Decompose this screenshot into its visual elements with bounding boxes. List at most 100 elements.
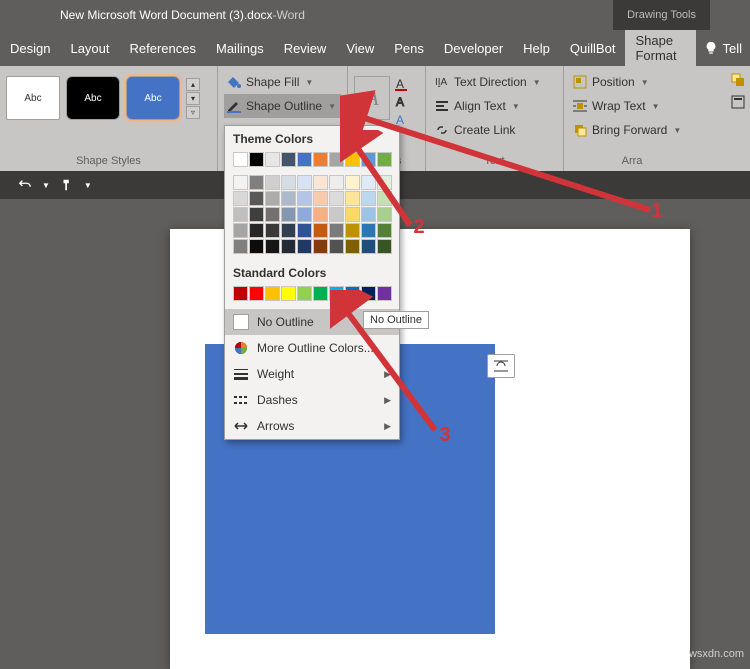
wordart-gallery[interactable]: A bbox=[354, 76, 390, 120]
color-swatch[interactable] bbox=[249, 207, 264, 222]
color-swatch[interactable] bbox=[265, 191, 280, 206]
shape-style-1[interactable]: Abc bbox=[6, 76, 60, 120]
color-swatch[interactable] bbox=[281, 239, 296, 254]
color-swatch[interactable] bbox=[297, 223, 312, 238]
color-swatch[interactable] bbox=[377, 191, 392, 206]
color-swatch[interactable] bbox=[281, 191, 296, 206]
color-swatch[interactable] bbox=[377, 175, 392, 190]
color-swatch[interactable] bbox=[249, 191, 264, 206]
arrows-item[interactable]: Arrows ▶ bbox=[225, 413, 399, 439]
qat-more[interactable]: ▼ bbox=[84, 181, 92, 190]
color-swatch[interactable] bbox=[377, 239, 392, 254]
color-swatch[interactable] bbox=[361, 152, 376, 167]
color-swatch[interactable] bbox=[345, 191, 360, 206]
color-swatch[interactable] bbox=[313, 239, 328, 254]
color-swatch[interactable] bbox=[329, 191, 344, 206]
color-swatch[interactable] bbox=[249, 175, 264, 190]
color-swatch[interactable] bbox=[345, 223, 360, 238]
color-swatch[interactable] bbox=[297, 239, 312, 254]
color-swatch[interactable] bbox=[329, 223, 344, 238]
color-swatch[interactable] bbox=[361, 207, 376, 222]
align-text-button[interactable]: Align Text▼ bbox=[432, 94, 557, 118]
color-swatch[interactable] bbox=[233, 223, 248, 238]
color-swatch[interactable] bbox=[233, 191, 248, 206]
color-swatch[interactable] bbox=[233, 286, 248, 301]
undo-dropdown[interactable]: ▼ bbox=[42, 181, 50, 190]
tab-help[interactable]: Help bbox=[513, 30, 560, 66]
color-swatch[interactable] bbox=[249, 152, 264, 167]
color-swatch[interactable] bbox=[361, 191, 376, 206]
tab-shape-format[interactable]: Shape Format bbox=[625, 30, 696, 66]
shape-style-2[interactable]: Abc bbox=[66, 76, 120, 120]
color-swatch[interactable] bbox=[297, 207, 312, 222]
shape-outline-button[interactable]: Shape Outline▼ bbox=[224, 94, 341, 118]
color-swatch[interactable] bbox=[313, 152, 328, 167]
color-swatch[interactable] bbox=[361, 223, 376, 238]
color-swatch[interactable] bbox=[313, 191, 328, 206]
color-swatch[interactable] bbox=[297, 175, 312, 190]
shape-style-3[interactable]: Abc bbox=[126, 76, 180, 120]
text-outline-icon[interactable]: A bbox=[394, 94, 410, 110]
color-swatch[interactable] bbox=[313, 286, 328, 301]
tab-quillbot[interactable]: QuillBot bbox=[560, 30, 626, 66]
color-swatch[interactable] bbox=[265, 223, 280, 238]
selection-pane-icon[interactable] bbox=[730, 94, 746, 110]
color-swatch[interactable] bbox=[377, 286, 392, 301]
text-direction-button[interactable]: II͍A Text Direction▼ bbox=[432, 70, 557, 94]
color-swatch[interactable] bbox=[329, 286, 344, 301]
color-swatch[interactable] bbox=[361, 286, 376, 301]
send-backward-icon[interactable] bbox=[730, 72, 746, 88]
color-swatch[interactable] bbox=[249, 223, 264, 238]
color-swatch[interactable] bbox=[297, 152, 312, 167]
color-swatch[interactable] bbox=[345, 152, 360, 167]
color-swatch[interactable] bbox=[361, 175, 376, 190]
color-swatch[interactable] bbox=[249, 286, 264, 301]
tab-references[interactable]: References bbox=[120, 30, 206, 66]
color-swatch[interactable] bbox=[313, 175, 328, 190]
color-swatch[interactable] bbox=[233, 175, 248, 190]
color-swatch[interactable] bbox=[313, 207, 328, 222]
color-swatch[interactable] bbox=[297, 191, 312, 206]
color-swatch[interactable] bbox=[281, 175, 296, 190]
color-swatch[interactable] bbox=[281, 223, 296, 238]
color-swatch[interactable] bbox=[329, 175, 344, 190]
style-gallery-scroll[interactable]: ▴▾▿ bbox=[186, 78, 200, 119]
color-swatch[interactable] bbox=[345, 239, 360, 254]
no-outline-item[interactable]: No Outline No Outline bbox=[225, 309, 399, 335]
color-swatch[interactable] bbox=[313, 223, 328, 238]
dashes-item[interactable]: Dashes ▶ bbox=[225, 387, 399, 413]
color-swatch[interactable] bbox=[329, 239, 344, 254]
color-swatch[interactable] bbox=[233, 152, 248, 167]
create-link-button[interactable]: Create Link bbox=[432, 118, 557, 142]
color-swatch[interactable] bbox=[281, 207, 296, 222]
color-swatch[interactable] bbox=[281, 286, 296, 301]
color-swatch[interactable] bbox=[233, 207, 248, 222]
tell-me[interactable]: Tell bbox=[696, 41, 750, 56]
tab-review[interactable]: Review bbox=[274, 30, 337, 66]
color-swatch[interactable] bbox=[297, 286, 312, 301]
tab-layout[interactable]: Layout bbox=[60, 30, 119, 66]
tab-design[interactable]: Design bbox=[0, 30, 60, 66]
layout-options-button[interactable] bbox=[487, 354, 515, 378]
tab-view[interactable]: View bbox=[336, 30, 384, 66]
color-swatch[interactable] bbox=[345, 175, 360, 190]
color-swatch[interactable] bbox=[345, 286, 360, 301]
color-swatch[interactable] bbox=[233, 239, 248, 254]
bring-forward-button[interactable]: Bring Forward▼ bbox=[570, 118, 694, 142]
color-swatch[interactable] bbox=[377, 223, 392, 238]
color-swatch[interactable] bbox=[329, 207, 344, 222]
tab-mailings[interactable]: Mailings bbox=[206, 30, 274, 66]
tab-pens[interactable]: Pens bbox=[384, 30, 434, 66]
tab-developer[interactable]: Developer bbox=[434, 30, 513, 66]
shape-fill-button[interactable]: Shape Fill▼ bbox=[224, 70, 341, 94]
more-outline-colors-item[interactable]: More Outline Colors... bbox=[225, 335, 399, 361]
position-button[interactable]: Position▼ bbox=[570, 70, 694, 94]
color-swatch[interactable] bbox=[265, 286, 280, 301]
color-swatch[interactable] bbox=[361, 239, 376, 254]
color-swatch[interactable] bbox=[377, 207, 392, 222]
color-swatch[interactable] bbox=[265, 175, 280, 190]
color-swatch[interactable] bbox=[345, 207, 360, 222]
color-swatch[interactable] bbox=[265, 152, 280, 167]
wrap-text-button[interactable]: Wrap Text▼ bbox=[570, 94, 694, 118]
color-swatch[interactable] bbox=[377, 152, 392, 167]
